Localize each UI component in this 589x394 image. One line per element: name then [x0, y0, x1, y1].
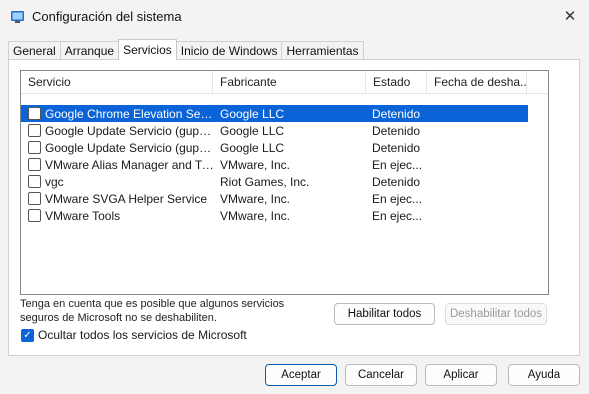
window-title: Configuración del sistema: [32, 9, 182, 24]
service-name: VMware Alias Manager and Ticke...: [45, 157, 215, 172]
service-checkbox[interactable]: [28, 158, 41, 171]
hide-microsoft-services-option[interactable]: ✓ Ocultar todos los servicios de Microso…: [21, 328, 247, 342]
column-fecha-deshabilitacion[interactable]: Fecha de desha...: [427, 71, 527, 94]
service-state: En ejec...: [372, 157, 423, 172]
service-manufacturer: Google LLC: [220, 123, 285, 138]
tab-arranque[interactable]: Arranque: [59, 41, 120, 60]
tab-general[interactable]: General: [8, 41, 61, 60]
service-name: Google Chrome Elevation Servic...: [45, 106, 215, 121]
system-config-icon: [11, 11, 24, 23]
tab-herramientas[interactable]: Herramientas: [281, 41, 364, 60]
list-item[interactable]: VMware Tools VMware, Inc. En ejec...: [21, 207, 528, 224]
cancel-button[interactable]: Cancelar: [345, 364, 417, 386]
services-panel: Servicio Fabricante Estado Fecha de desh…: [8, 59, 580, 356]
service-checkbox[interactable]: [28, 192, 41, 205]
disable-all-button[interactable]: Deshabilitar todos: [445, 303, 547, 325]
service-state: Detenido: [372, 174, 421, 189]
tab-strip: General Arranque Servicios Inicio de Win…: [8, 39, 364, 60]
service-name: vgc: [45, 174, 64, 189]
close-icon[interactable]: ✕: [558, 6, 582, 26]
ok-button[interactable]: Aceptar: [265, 364, 337, 386]
list-item[interactable]: Google Update Servicio (gupdat... Google…: [21, 139, 528, 156]
service-state: Detenido: [372, 123, 421, 138]
list-item[interactable]: VMware Alias Manager and Ticke... VMware…: [21, 156, 528, 173]
tab-servicios[interactable]: Servicios: [118, 39, 177, 60]
list-item[interactable]: Google Update Servicio (gupdate) Google …: [21, 122, 528, 139]
service-manufacturer: Google LLC: [220, 106, 285, 121]
column-fabricante[interactable]: Fabricante: [213, 71, 366, 94]
microsoft-services-note: Tenga en cuenta que es posible que algun…: [20, 298, 285, 324]
service-name: Google Update Servicio (gupdat...: [45, 140, 215, 155]
column-servicio[interactable]: Servicio: [21, 71, 213, 94]
service-manufacturer: Google LLC: [220, 140, 285, 155]
list-item[interactable]: Google Chrome Elevation Servic... Google…: [21, 105, 528, 122]
list-item[interactable]: vgc Riot Games, Inc. Detenido: [21, 173, 528, 190]
service-checkbox[interactable]: [28, 107, 41, 120]
enable-all-button[interactable]: Habilitar todos: [334, 303, 435, 325]
tab-inicio-de-windows[interactable]: Inicio de Windows: [175, 41, 283, 60]
service-manufacturer: VMware, Inc.: [220, 157, 291, 172]
service-checkbox[interactable]: [28, 175, 41, 188]
service-state: Detenido: [372, 140, 421, 155]
service-name: VMware SVGA Helper Service: [45, 191, 208, 206]
service-state: En ejec...: [372, 191, 423, 206]
service-checkbox[interactable]: [28, 209, 41, 222]
checkbox-checked-icon[interactable]: ✓: [21, 328, 34, 342]
service-name: Google Update Servicio (gupdate): [45, 123, 215, 138]
service-manufacturer: VMware, Inc.: [220, 191, 291, 206]
service-checkbox[interactable]: [28, 124, 41, 137]
list-item[interactable]: VMware SVGA Helper Service VMware, Inc. …: [21, 190, 528, 207]
service-manufacturer: VMware, Inc.: [220, 208, 291, 223]
list-header: Servicio Fabricante Estado Fecha de desh…: [21, 71, 548, 94]
service-name: VMware Tools: [45, 208, 121, 223]
service-checkbox[interactable]: [28, 141, 41, 154]
apply-button[interactable]: Aplicar: [425, 364, 497, 386]
service-state: Detenido: [372, 106, 421, 121]
column-estado[interactable]: Estado: [366, 71, 427, 94]
services-list[interactable]: Servicio Fabricante Estado Fecha de desh…: [20, 70, 549, 295]
service-state: En ejec...: [372, 208, 423, 223]
title-bar: Configuración del sistema ✕: [0, 0, 589, 32]
help-button[interactable]: Ayuda: [508, 364, 580, 386]
hide-microsoft-services-label: Ocultar todos los servicios de Microsoft: [38, 328, 247, 342]
service-manufacturer: Riot Games, Inc.: [220, 174, 310, 189]
